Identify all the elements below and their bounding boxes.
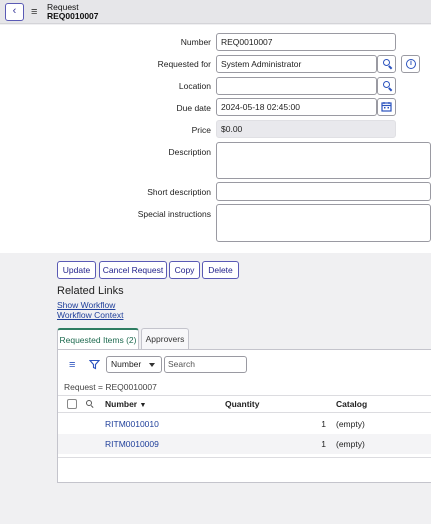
- description-label: Description: [168, 147, 211, 157]
- item-number-link[interactable]: RITM0010010: [105, 419, 159, 429]
- due-date-label: Due date: [176, 103, 212, 113]
- search-icon: [383, 59, 390, 66]
- price-label: Price: [191, 125, 211, 135]
- delete-button[interactable]: Delete: [202, 261, 239, 279]
- info-icon: i: [406, 59, 416, 69]
- column-catalog[interactable]: Catalog: [336, 399, 367, 409]
- requested-for-field[interactable]: System Administrator: [216, 55, 377, 73]
- column-number-label: Number: [105, 399, 138, 409]
- item-quantity: 1: [321, 439, 326, 449]
- short-description-field[interactable]: [216, 182, 431, 201]
- update-button[interactable]: Update: [57, 261, 96, 279]
- request-form: Number REQ0010007 Requested for System A…: [0, 25, 431, 253]
- special-instructions-textarea[interactable]: [216, 204, 431, 242]
- hamburger-menu-icon[interactable]: ≡: [31, 5, 37, 19]
- column-quantity[interactable]: Quantity: [225, 399, 259, 409]
- requested-for-info-button[interactable]: i: [401, 55, 420, 73]
- due-date-calendar-button[interactable]: [377, 98, 396, 116]
- chevron-left-icon: ‹: [12, 5, 17, 17]
- search-field-select[interactable]: Number: [106, 356, 162, 373]
- record-number-title: REQ0010007: [47, 11, 99, 21]
- item-catalog: (empty): [336, 419, 365, 429]
- calendar-icon: [381, 102, 392, 112]
- requested-for-lookup-button[interactable]: [377, 55, 396, 73]
- number-field[interactable]: REQ0010007: [216, 33, 396, 51]
- table-row: RITM0010010 1 (empty): [58, 414, 431, 434]
- price-field: $0.00: [216, 120, 396, 138]
- sort-descending-icon: ▼: [139, 402, 147, 409]
- requested-items-list: ≡ Number Search Request = REQ0010007 Num…: [57, 349, 431, 483]
- table-row: RITM0010009 1 (empty): [58, 434, 431, 454]
- workflow-context-link[interactable]: Workflow Context: [57, 310, 123, 320]
- item-number-link[interactable]: RITM0010009: [105, 439, 159, 449]
- search-icon[interactable]: [86, 400, 92, 406]
- description-textarea[interactable]: [216, 142, 431, 179]
- special-instructions-label: Special instructions: [137, 209, 211, 219]
- copy-button[interactable]: Copy: [169, 261, 200, 279]
- tab-approvers[interactable]: Approvers: [141, 328, 189, 349]
- column-number[interactable]: Number ▼: [105, 399, 146, 409]
- cancel-request-button[interactable]: Cancel Request: [99, 261, 167, 279]
- select-all-checkbox[interactable]: [67, 399, 77, 409]
- location-lookup-button[interactable]: [377, 77, 396, 95]
- item-catalog: (empty): [336, 439, 365, 449]
- requested-for-label: Requested for: [157, 59, 211, 69]
- location-field[interactable]: [216, 77, 377, 95]
- form-header: ‹ ≡ Request REQ0010007: [0, 0, 431, 24]
- show-workflow-link[interactable]: Show Workflow: [57, 300, 115, 310]
- filter-icon[interactable]: [89, 359, 100, 370]
- tab-requested-items[interactable]: Requested Items (2): [57, 328, 139, 349]
- due-date-field[interactable]: 2024-05-18 02:45:00: [216, 98, 377, 116]
- list-header-row: Number ▼ Quantity Catalog: [58, 395, 431, 413]
- list-search-input[interactable]: Search: [164, 356, 247, 373]
- search-icon: [383, 81, 390, 88]
- back-button[interactable]: ‹: [5, 3, 24, 21]
- item-quantity: 1: [321, 419, 326, 429]
- list-footer-divider: [58, 457, 431, 458]
- related-links-heading: Related Links: [57, 285, 124, 297]
- number-label: Number: [180, 37, 211, 47]
- location-label: Location: [178, 81, 211, 91]
- list-menu-icon[interactable]: ≡: [69, 359, 75, 371]
- filter-breadcrumb[interactable]: Request = REQ0010007: [64, 382, 157, 392]
- short-description-label: Short description: [147, 187, 211, 197]
